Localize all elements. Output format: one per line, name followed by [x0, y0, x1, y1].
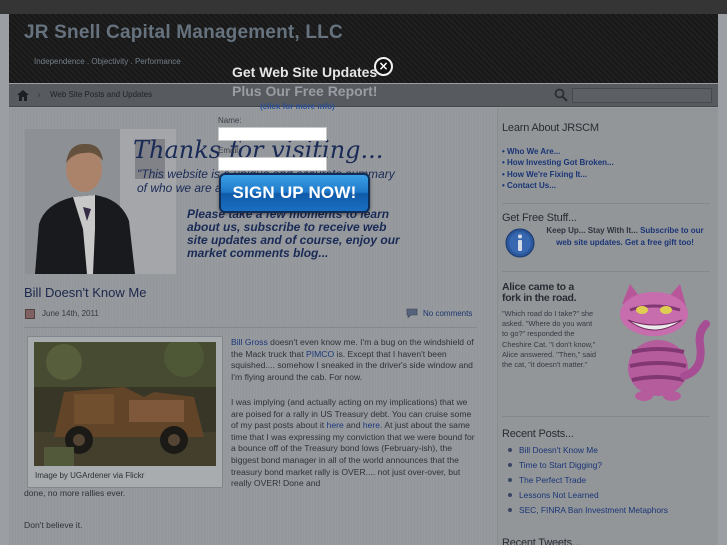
email-label: Email: — [218, 146, 241, 155]
email-field[interactable] — [218, 157, 327, 171]
close-icon[interactable]: × — [374, 57, 393, 76]
modal-overlay — [0, 0, 727, 545]
sign-up-button[interactable]: SIGN UP NOW! — [219, 173, 370, 213]
modal-title: Get Web Site Updates — [232, 64, 378, 80]
name-field[interactable] — [218, 127, 327, 141]
name-label: Name: — [218, 116, 242, 125]
modal-more-info-link[interactable]: (click for more info) — [260, 102, 335, 111]
modal-subtitle: Plus Our Free Report! — [232, 83, 378, 99]
